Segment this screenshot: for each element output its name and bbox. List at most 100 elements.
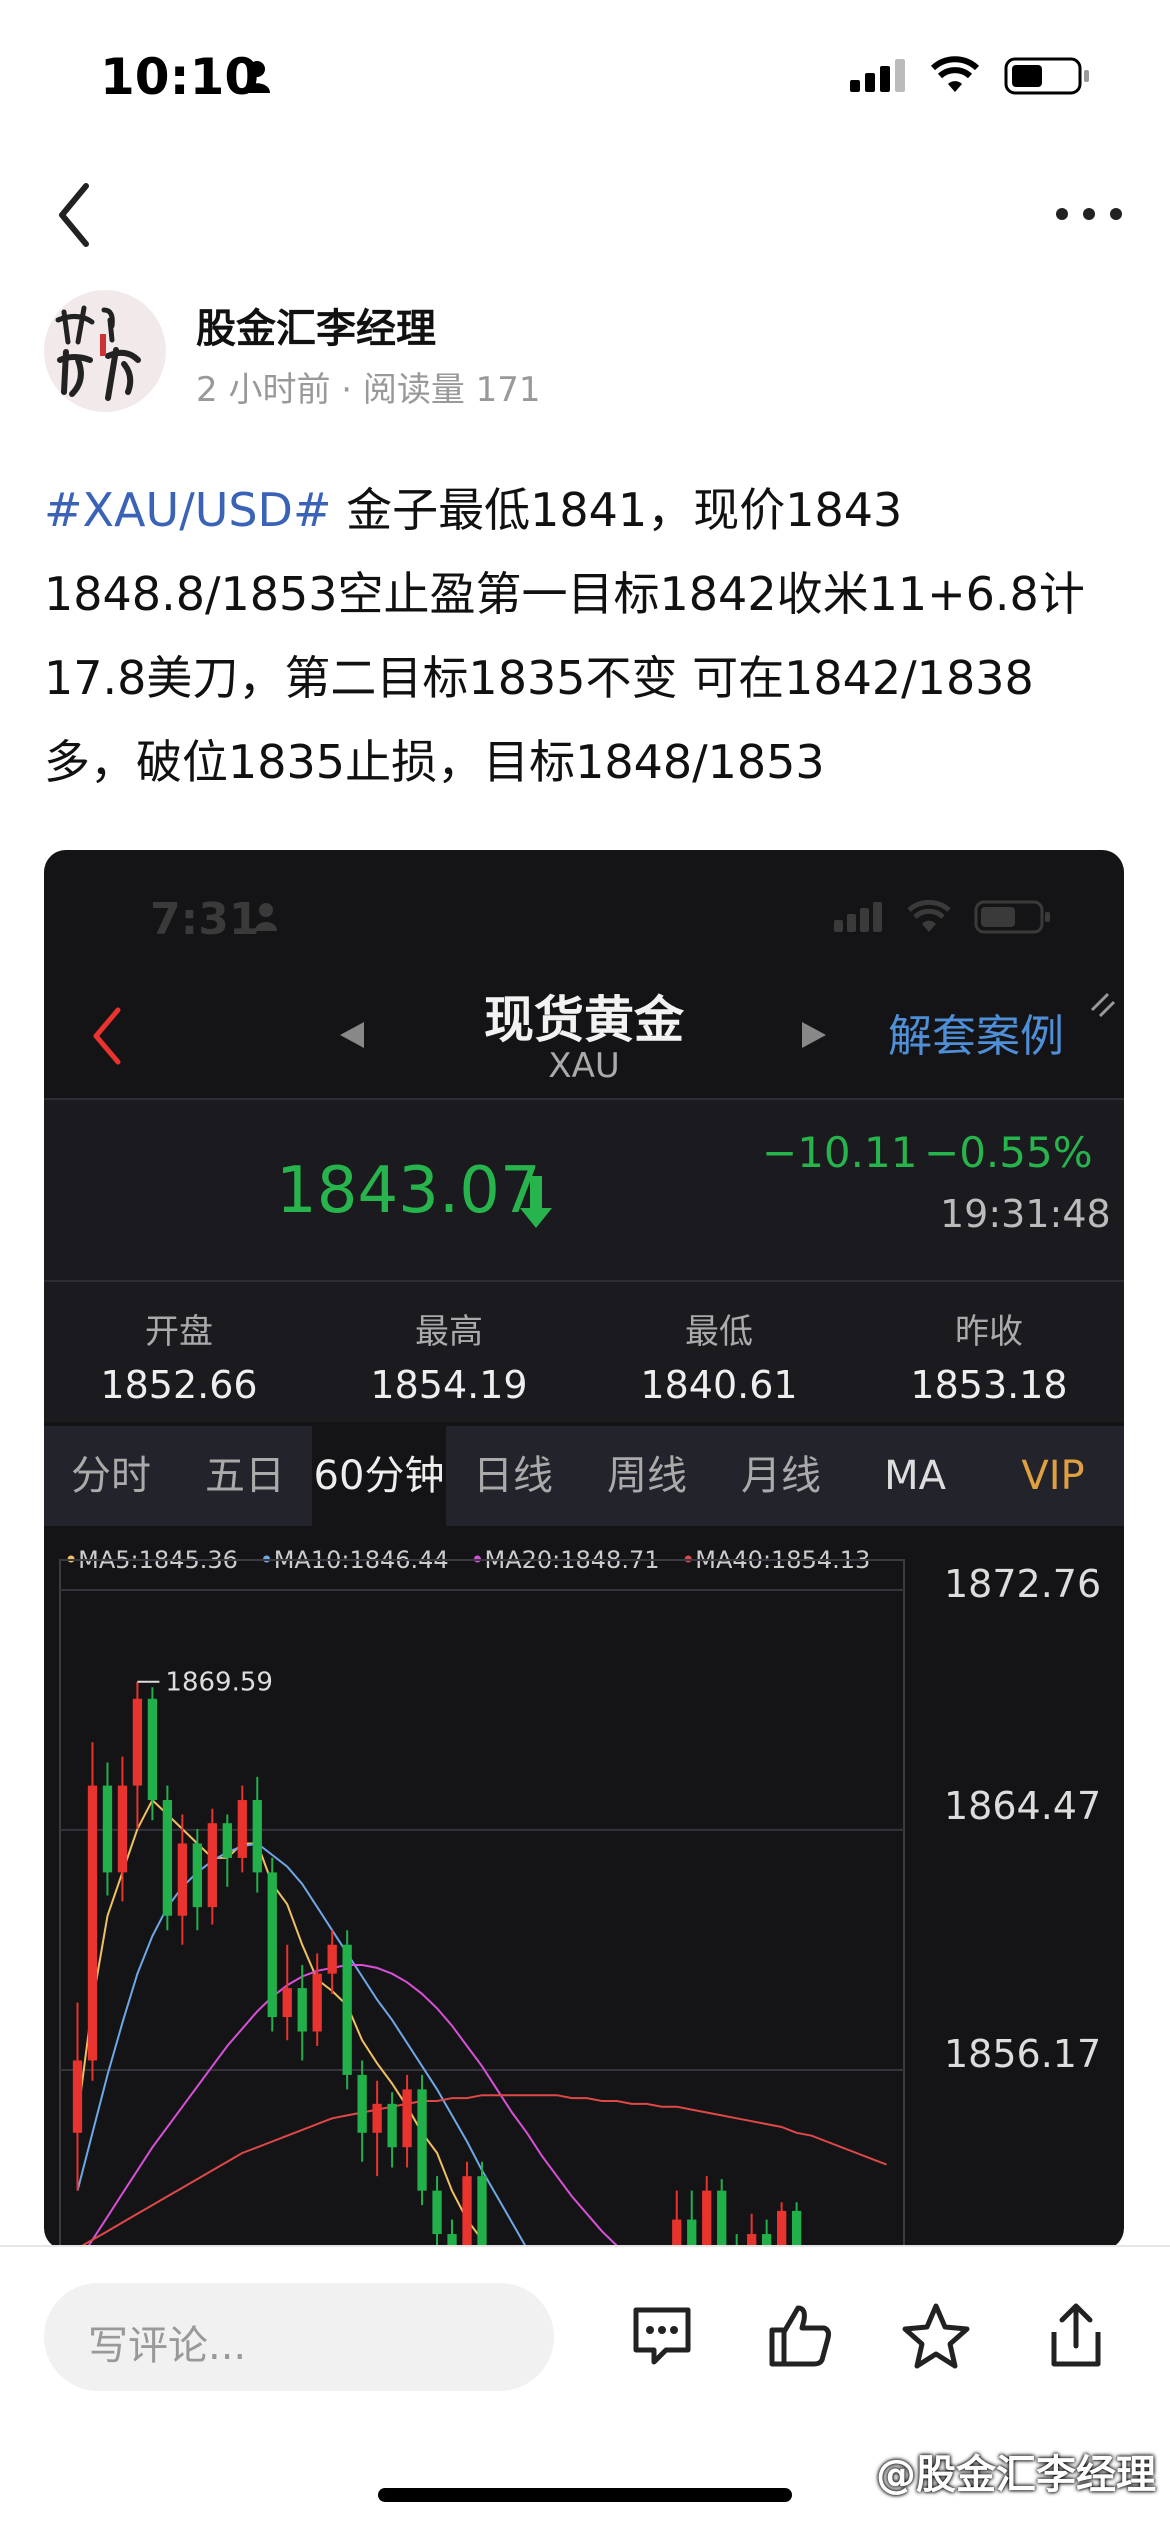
post-line-1: #XAU/USD# 金子最低1841，现价1843 <box>44 468 1134 552</box>
current-price: 1843.07 <box>276 1154 541 1228</box>
candle-down <box>162 1800 173 1916</box>
price-panel: 1843.07 −10.11 −0.55% 19:31:48 <box>44 1100 1124 1280</box>
embedded-screenshot[interactable]: 7:31 现货黄金 XAU 解套案例 1843.07 −10.11 −0.55%… <box>44 850 1124 2250</box>
candle-down <box>342 1944 352 2075</box>
candle-down <box>147 1698 158 1801</box>
watermark: @股金汇李经理 <box>876 2452 1156 2498</box>
candle-down <box>417 2089 427 2191</box>
stat-label: 最高 <box>415 1312 483 1352</box>
inner-cellular-icon <box>834 902 882 932</box>
price-change-pct: −0.55% <box>924 1128 1093 1177</box>
wifi-icon <box>930 56 980 92</box>
stat-value: 1853.18 <box>910 1363 1068 1407</box>
tab-five-day[interactable]: 五日 <box>178 1426 312 1526</box>
candle-up <box>702 2190 712 2250</box>
candle-down <box>222 1823 232 1858</box>
share-icon[interactable] <box>1040 2300 1112 2372</box>
candle-down <box>102 1785 113 1873</box>
inner-back-icon[interactable] <box>90 1006 124 1066</box>
stat-label: 昨收 <box>955 1312 1023 1352</box>
candle-up <box>237 1800 247 1858</box>
price-change: −10.11 <box>762 1128 918 1177</box>
status-bar: 10:10 <box>0 0 1170 150</box>
stat-prev-close: 昨收 1853.18 <box>854 1282 1124 1422</box>
inner-person-icon <box>255 903 277 931</box>
stat-value: 1854.19 <box>370 1363 528 1407</box>
inner-status-time: 7:31 <box>150 894 260 945</box>
stat-label: 开盘 <box>145 1312 213 1352</box>
tab-60min[interactable]: 60分钟 <box>312 1426 446 1526</box>
post-line-1-text: 金子最低1841，现价1843 <box>331 483 903 537</box>
period-tabs: 分时 五日 60分钟 日线 周线 月线 MA VIP <box>44 1426 1124 1526</box>
prev-arrow-icon[interactable] <box>338 1020 366 1050</box>
candle-down <box>192 1843 202 1908</box>
stat-value: 1840.61 <box>640 1363 798 1407</box>
post-content: #XAU/USD# 金子最低1841，现价1843 1848.8/1853空止盈… <box>44 468 1134 804</box>
candle-down <box>387 2103 397 2148</box>
candle-down <box>432 2190 442 2235</box>
comment-icon[interactable] <box>626 2300 698 2372</box>
hashtag-link[interactable]: #XAU/USD# <box>44 483 332 537</box>
candle-up <box>312 1973 322 2032</box>
tab-ma[interactable]: MA <box>848 1426 982 1526</box>
candle-up <box>87 1785 98 2061</box>
battery-icon <box>1004 57 1089 95</box>
inner-wifi-icon <box>907 900 951 932</box>
candle-down <box>357 2074 367 2133</box>
candle-up <box>207 1823 217 1908</box>
comment-input[interactable]: 写评论... <box>44 2283 554 2391</box>
calligraphy-avatar-image <box>55 305 141 401</box>
inner-status-bar: 7:31 <box>44 850 1124 960</box>
candlestick-chart: 1869.59 <box>59 1559 905 2250</box>
tab-monthly[interactable]: 月线 <box>714 1426 848 1526</box>
candle-down <box>297 1988 307 2032</box>
candle-down <box>267 1872 277 2018</box>
top-nav <box>0 160 1170 270</box>
tab-vip[interactable]: VIP <box>982 1426 1124 1526</box>
candle-up <box>372 2103 382 2133</box>
candle-up <box>282 1988 292 2018</box>
candle-up <box>327 1944 337 1974</box>
home-indicator <box>378 2488 792 2502</box>
candle-up <box>72 2060 83 2133</box>
tab-minute[interactable]: 分时 <box>44 1426 178 1526</box>
post-meta: 2 小时前 · 阅读量 171 <box>196 370 541 410</box>
stat-open: 开盘 1852.66 <box>44 1282 314 1422</box>
status-time: 10:10 <box>100 48 260 106</box>
more-icon[interactable] <box>1054 204 1124 224</box>
candle-up <box>132 1698 143 1786</box>
candle-up <box>117 1785 128 1873</box>
favorite-star-icon[interactable] <box>900 2300 972 2372</box>
stat-high: 最高 1854.19 <box>314 1282 584 1422</box>
stat-low: 最低 1840.61 <box>584 1282 854 1422</box>
stats-row: 开盘 1852.66 最高 1854.19 最低 1840.61 昨收 1853… <box>44 1282 1124 1422</box>
author-name[interactable]: 股金汇李经理 <box>196 296 436 354</box>
post-line-2: 1848.8/1853空止盈第一目标1842收米11+6.8计 <box>44 567 1085 621</box>
back-icon[interactable] <box>54 182 94 248</box>
stat-label: 最低 <box>685 1312 753 1352</box>
tab-weekly[interactable]: 周线 <box>580 1426 714 1526</box>
corner-expand-icon <box>1090 992 1116 1018</box>
candle-down <box>717 2190 727 2249</box>
stat-value: 1852.66 <box>100 1363 258 1407</box>
avatar[interactable] <box>44 290 166 412</box>
cellular-signal-icon <box>850 59 905 92</box>
high-marker-label: 1869.59 <box>165 1668 273 1698</box>
like-icon[interactable] <box>764 2300 836 2372</box>
down-arrow-icon <box>520 1176 552 1228</box>
quote-time: 19:31:48 <box>940 1192 1111 1236</box>
candle-up <box>177 1843 188 1916</box>
next-arrow-icon[interactable] <box>800 1020 828 1050</box>
comment-placeholder: 写评论... <box>88 2323 247 2369</box>
tab-daily[interactable]: 日线 <box>446 1426 580 1526</box>
kline-chart-area[interactable]: •MA5:1845.36 •MA10:1846.44 •MA20:1848.71… <box>44 1540 1124 2250</box>
person-icon <box>244 61 270 93</box>
case-link[interactable]: 解套案例 <box>888 1000 1064 1064</box>
instrument-title: 现货黄金 <box>484 991 684 1049</box>
candle-up <box>402 2089 412 2148</box>
post-line-3: 17.8美刀，第二目标1835不变 可在1842/1838 <box>44 651 1034 705</box>
inner-battery-icon <box>974 900 1050 934</box>
instrument-symbol: XAU <box>548 1046 620 1086</box>
candle-down <box>477 2176 487 2250</box>
post-line-4: 多，破位1835止损，目标1848/1853 <box>44 735 825 789</box>
